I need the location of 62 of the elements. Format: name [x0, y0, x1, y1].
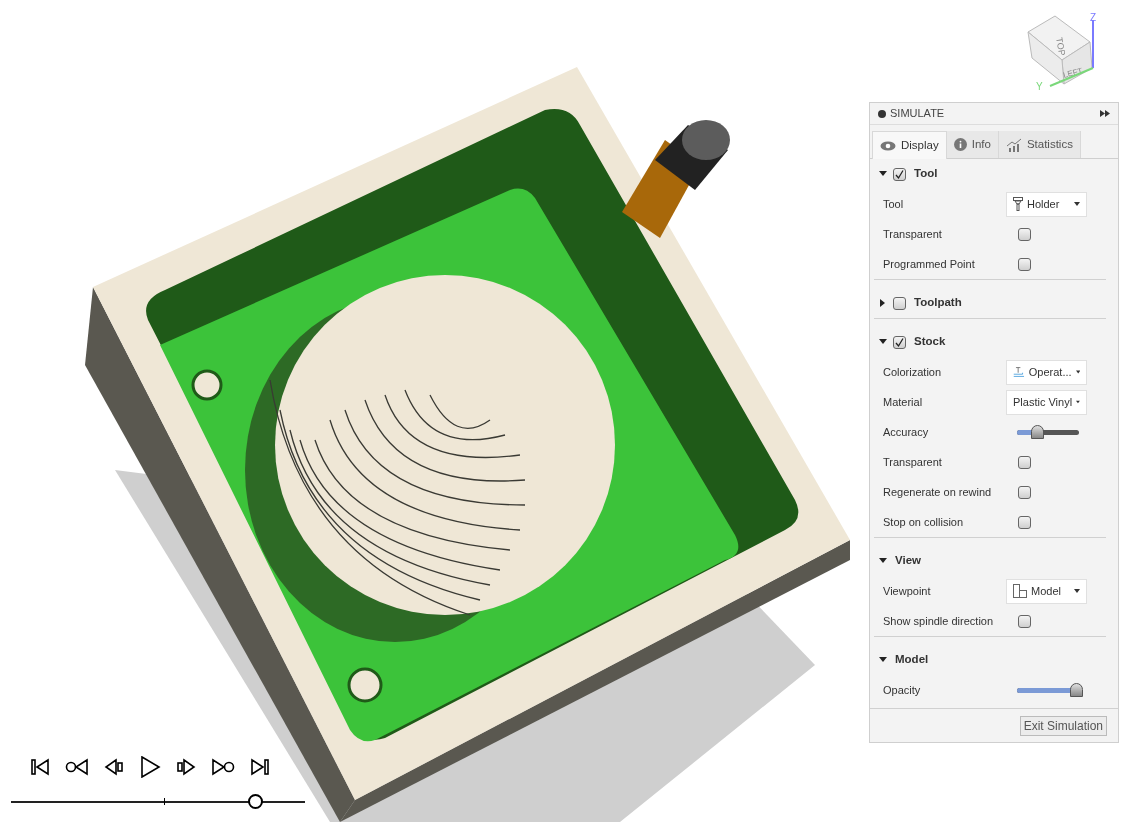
caret-icon — [1074, 589, 1080, 593]
field-label: Show spindle direction — [883, 613, 995, 629]
field-label: Opacity — [883, 682, 922, 698]
caret-icon — [1074, 202, 1080, 206]
caret-icon — [1075, 370, 1080, 374]
tab[interactable]: Info — [946, 131, 999, 158]
checkbox[interactable] — [1018, 455, 1031, 469]
checkbox[interactable] — [1018, 485, 1031, 499]
panel-title: SIMULATE — [890, 106, 945, 122]
section-title: View — [895, 553, 921, 569]
checkbox[interactable] — [893, 167, 906, 181]
caret-icon — [1076, 400, 1080, 404]
checkbox[interactable] — [893, 335, 906, 349]
checkbox[interactable] — [893, 296, 906, 310]
eye-icon — [880, 140, 896, 151]
field-label: Transparent — [883, 454, 943, 470]
section-title: Stock — [914, 334, 946, 350]
field-label: Programmed Point — [883, 256, 976, 272]
chart-icon — [1005, 137, 1022, 152]
step-forward-icon[interactable] — [176, 757, 196, 777]
info-icon — [953, 138, 967, 151]
field-label: Transparent — [883, 226, 943, 242]
field-label: Tool — [883, 196, 905, 212]
slider-thumb[interactable] — [1031, 424, 1045, 439]
collapse-arrow-icon[interactable] — [879, 338, 887, 346]
field-label: Stop on collision — [883, 514, 965, 530]
expand-icon[interactable] — [1100, 110, 1110, 117]
slider-thumb[interactable] — [1069, 682, 1083, 697]
exit-simulation-button[interactable]: Exit Simulation — [1019, 715, 1107, 736]
checkbox[interactable] — [1018, 614, 1031, 628]
collapse-arrow-icon[interactable] — [879, 170, 887, 178]
model-view-icon — [1013, 584, 1027, 598]
tool-holder-icon — [1013, 197, 1023, 211]
expand-arrow-icon[interactable] — [879, 299, 887, 307]
next-operation-icon[interactable] — [211, 757, 235, 777]
section-title: Model — [895, 652, 929, 668]
collapse-icon[interactable] — [878, 109, 886, 118]
field-label: Accuracy — [883, 424, 930, 440]
timeline-thumb[interactable] — [248, 794, 263, 809]
checkbox[interactable] — [1018, 515, 1031, 529]
dropdown[interactable]: Operat... — [1006, 359, 1087, 385]
play-icon[interactable] — [139, 756, 161, 778]
previous-operation-icon[interactable] — [65, 757, 89, 777]
field-label: Material — [883, 394, 924, 410]
dropdown[interactable]: Holder — [1006, 191, 1087, 217]
operation-icon — [1013, 365, 1025, 379]
collapse-arrow-icon[interactable] — [879, 656, 887, 664]
field-label: Colorization — [883, 364, 943, 380]
field-label: Regenerate on rewind — [883, 484, 993, 500]
collapse-arrow-icon[interactable] — [879, 557, 887, 565]
skip-to-start-icon[interactable] — [30, 757, 50, 777]
tab[interactable]: Display — [872, 131, 947, 159]
field-label: Viewpoint — [883, 583, 932, 599]
dropdown[interactable]: Model — [1006, 578, 1087, 604]
dropdown[interactable]: Plastic Vinyl — [1006, 389, 1087, 415]
tab[interactable]: Statistics — [998, 131, 1081, 158]
section-title: Toolpath — [914, 295, 962, 311]
skip-to-end-icon[interactable] — [250, 757, 270, 777]
checkbox[interactable] — [1018, 257, 1031, 271]
section-title: Tool — [914, 166, 938, 182]
checkbox[interactable] — [1018, 227, 1031, 241]
step-back-icon[interactable] — [104, 757, 124, 777]
